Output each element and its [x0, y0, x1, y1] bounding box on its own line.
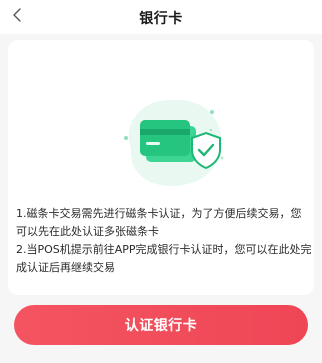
- verify-bank-card-button[interactable]: 认证银行卡: [14, 305, 308, 345]
- bank-card-shield-icon: [124, 99, 224, 186]
- nav-bar: 银行卡: [0, 0, 322, 34]
- content-card: 1.磁条卡交易需先进行磁条卡认证，为了方便后续交易，您可以先在此处认证多张磁条卡…: [8, 40, 314, 295]
- instruction-2: 2.当POS机提示前往APP完成银行卡认证时，您可以在此处完成认证后再继续交易: [16, 243, 312, 274]
- page-title: 银行卡: [139, 11, 183, 27]
- instruction-1: 1.磁条卡交易需先进行磁条卡认证，为了方便后续交易，您可以先在此处认证多张磁条卡: [16, 207, 302, 238]
- instructions: 1.磁条卡交易需先进行磁条卡认证，为了方便后续交易，您可以先在此处认证多张磁条卡…: [16, 205, 312, 277]
